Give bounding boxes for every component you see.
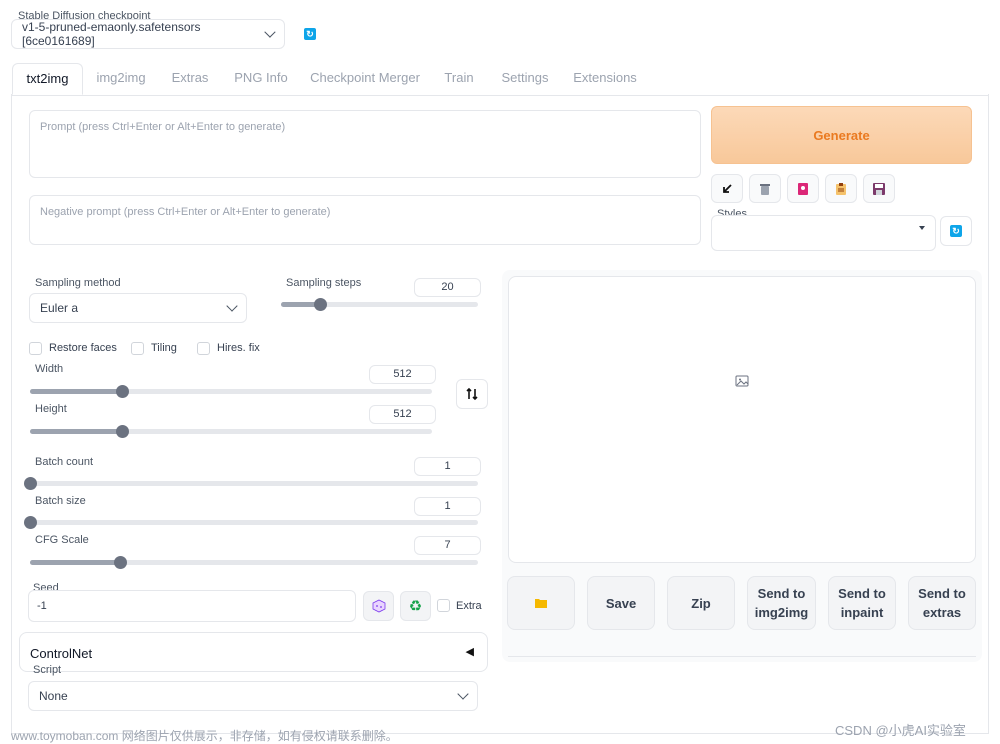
- width-label: Width: [35, 363, 64, 375]
- tiling-label: Tiling: [151, 342, 177, 354]
- tab-bar: txt2img img2img Extras PNG Info Checkpoi…: [11, 63, 989, 96]
- cfg-scale-label: CFG Scale: [35, 534, 89, 546]
- extra-seed-label: Extra: [456, 600, 482, 612]
- send-to-extras-line1: Send to: [918, 586, 966, 601]
- script-label: Script: [33, 664, 62, 676]
- slider-thumb[interactable]: [24, 516, 37, 529]
- restore-faces-checkbox[interactable]: [29, 342, 42, 355]
- sampling-method-label: Sampling method: [35, 277, 121, 289]
- script-select[interactable]: None: [28, 681, 478, 711]
- sampling-steps-input[interactable]: 20: [414, 278, 481, 297]
- controlnet-label: ControlNet: [30, 646, 93, 661]
- swap-dimensions-button[interactable]: [456, 379, 488, 409]
- sampling-steps-slider[interactable]: [281, 298, 478, 311]
- height-input[interactable]: 512: [369, 405, 436, 424]
- send-to-inpaint-button[interactable]: Send to inpaint: [828, 576, 896, 630]
- image-placeholder-icon: [735, 375, 749, 387]
- controlnet-accordion[interactable]: ControlNet ◀: [19, 632, 488, 672]
- output-gallery: [508, 276, 976, 563]
- send-to-img2img-line2: img2img: [754, 605, 809, 620]
- hires-fix-checkbox[interactable]: [197, 342, 210, 355]
- width-slider[interactable]: [30, 385, 432, 398]
- slider-thumb[interactable]: [24, 477, 37, 490]
- seed-input[interactable]: -1: [28, 590, 356, 622]
- send-to-img2img-button[interactable]: Send to img2img: [747, 576, 816, 630]
- tab-checkpoint-merger[interactable]: Checkpoint Merger: [305, 63, 425, 95]
- cfg-scale-input[interactable]: 7: [414, 536, 481, 555]
- book-icon: [798, 182, 808, 195]
- height-slider[interactable]: [30, 425, 432, 438]
- prompt-input[interactable]: Prompt (press Ctrl+Enter or Alt+Enter to…: [29, 110, 701, 178]
- floppy-disk-icon: [873, 182, 885, 195]
- tab-settings[interactable]: Settings: [494, 63, 556, 95]
- checkpoint-value: v1-5-pruned-emaonly.safetensors [6ce0161…: [22, 20, 201, 48]
- clear-prompt-button[interactable]: [749, 174, 781, 203]
- collapse-arrow-icon: ◀: [465, 646, 474, 658]
- sampling-steps-label: Sampling steps: [286, 277, 362, 289]
- tiling-checkbox[interactable]: [131, 342, 144, 355]
- show-extra-networks-button[interactable]: [787, 174, 819, 203]
- height-label: Height: [35, 403, 67, 415]
- tab-extras[interactable]: Extras: [161, 63, 219, 95]
- batch-size-label: Batch size: [35, 495, 86, 507]
- refresh-icon: ↻: [304, 28, 316, 40]
- styles-select[interactable]: [711, 215, 936, 251]
- save-button[interactable]: Save: [587, 576, 655, 630]
- chevron-down-icon: [457, 688, 469, 700]
- recycle-icon: ♻: [408, 597, 423, 615]
- script-value: None: [39, 689, 68, 703]
- read-params-button[interactable]: [711, 174, 743, 203]
- tab-extensions[interactable]: Extensions: [568, 63, 642, 95]
- save-style-button[interactable]: [863, 174, 895, 203]
- dice-icon: [372, 599, 385, 613]
- refresh-styles-button[interactable]: ↻: [940, 216, 972, 246]
- hires-fix-label: Hires. fix: [217, 342, 260, 354]
- sampling-method-value: Euler a: [40, 301, 79, 315]
- tab-train[interactable]: Train: [436, 63, 482, 95]
- batch-count-slider[interactable]: [24, 477, 478, 490]
- refresh-icon: ↻: [950, 225, 962, 237]
- caret-down-icon: [919, 226, 925, 230]
- swap-arrows-icon: [466, 387, 478, 401]
- generate-button[interactable]: Generate: [711, 106, 972, 164]
- cfg-scale-slider[interactable]: [30, 556, 478, 569]
- restore-faces-label: Restore faces: [49, 342, 117, 354]
- send-to-inpaint-line1: Send to: [838, 586, 886, 601]
- sampling-method-select[interactable]: Euler a: [29, 293, 247, 323]
- send-to-extras-line2: extras: [922, 605, 962, 620]
- divider: [508, 656, 976, 657]
- send-to-img2img-line1: Send to: [757, 586, 806, 601]
- slider-thumb[interactable]: [113, 556, 127, 569]
- negative-prompt-input[interactable]: Negative prompt (press Ctrl+Enter or Alt…: [29, 195, 701, 245]
- batch-count-input[interactable]: 1: [414, 457, 481, 476]
- watermark-left: www.toymoban.com 网络图片仅供展示，非存储，如有侵权请联系删除。: [11, 729, 398, 743]
- send-to-inpaint-line2: inpaint: [840, 605, 884, 620]
- watermark-right: CSDN @小虎AI实验室: [835, 723, 966, 738]
- refresh-checkpoint-button[interactable]: ↻: [296, 21, 324, 47]
- reuse-seed-button[interactable]: ♻: [400, 591, 431, 621]
- tab-img2img[interactable]: img2img: [89, 63, 153, 95]
- batch-size-input[interactable]: 1: [414, 497, 481, 516]
- apply-style-button[interactable]: [825, 174, 857, 203]
- folder-icon: [535, 599, 547, 608]
- batch-size-slider[interactable]: [24, 516, 478, 529]
- batch-count-label: Batch count: [35, 456, 94, 468]
- random-seed-button[interactable]: [363, 591, 394, 621]
- tab-png-info[interactable]: PNG Info: [226, 63, 296, 95]
- arrow-down-left-icon: [723, 183, 732, 193]
- zip-button[interactable]: Zip: [667, 576, 735, 630]
- clipboard-icon: [836, 182, 846, 195]
- extra-seed-checkbox[interactable]: [437, 599, 450, 612]
- width-input[interactable]: 512: [369, 365, 436, 384]
- checkpoint-select[interactable]: v1-5-pruned-emaonly.safetensors [6ce0161…: [11, 19, 285, 49]
- trash-icon: [760, 183, 770, 195]
- open-folder-button[interactable]: [507, 576, 575, 630]
- tab-txt2img[interactable]: txt2img: [12, 63, 83, 95]
- send-to-extras-button[interactable]: Send to extras: [908, 576, 976, 630]
- chevron-down-icon: [226, 300, 238, 312]
